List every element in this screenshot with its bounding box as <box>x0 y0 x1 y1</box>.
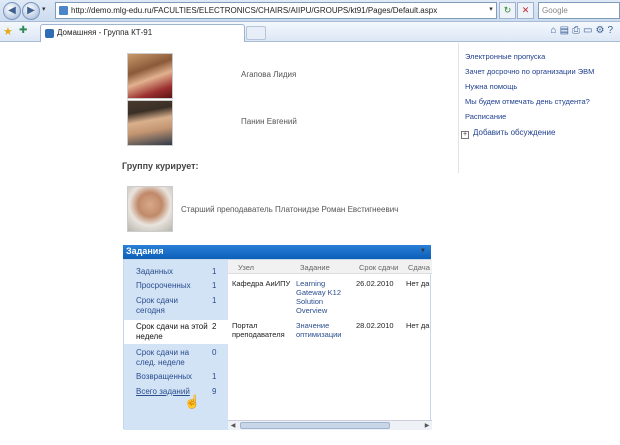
filter-returned[interactable]: Возвращенных 1 <box>124 372 228 384</box>
left-margin <box>0 43 105 445</box>
feeds-icon[interactable]: ▤ <box>560 25 572 36</box>
filter-label: Заданных <box>136 267 173 276</box>
tasks-webpart: Заданных 1 Просроченных 1 Срок сдачи сег… <box>123 259 432 430</box>
discussion-link[interactable]: Электронные пропуска <box>465 52 545 61</box>
filter-count: 2 <box>212 322 217 331</box>
curator-photo <box>127 186 173 232</box>
discussion-link[interactable]: Зачет досрочно по организации ЭВМ <box>465 67 594 76</box>
filter-count: 9 <box>212 387 217 396</box>
page-content: Агапова Лидия Панин Евгений Группу курир… <box>0 43 620 445</box>
forward-button[interactable]: ▶ <box>22 2 40 20</box>
filter-due-this-week[interactable]: Срок сдачи на этой неделе 2 <box>124 320 228 344</box>
tab-page-icon <box>45 29 54 38</box>
add-favorites-icon[interactable]: ✚ <box>19 25 27 36</box>
address-text: http://demo.mlg-edu.ru/FACULTIES/ELECTRO… <box>71 6 438 15</box>
back-button[interactable]: ◀ <box>3 2 21 20</box>
tasks-title: Задания <box>126 246 164 256</box>
filter-label: Срок сдачи сегодня <box>136 296 178 315</box>
home-icon[interactable]: ⌂ <box>551 25 560 36</box>
cell-status: Нет да <box>406 279 430 288</box>
discussion-link[interactable]: Мы будем отмечать день студента? <box>465 97 590 106</box>
tabs-row: ★ ✚ Домашняя - Группа КТ-91 ⌂▤⎙▭⚙? <box>0 22 620 42</box>
print-icon[interactable]: ⎙ <box>572 25 583 36</box>
filter-count: 0 <box>212 348 217 357</box>
command-bar: ⌂▤⎙▭⚙? <box>551 25 616 40</box>
search-placeholder: Google <box>542 6 568 15</box>
favorites-star-icon[interactable]: ★ <box>3 25 13 38</box>
cell-task-link[interactable]: Значение оптимизации <box>296 321 354 339</box>
discussion-links: Электронные пропуска Зачет досрочно по о… <box>458 43 620 173</box>
address-dropdown-icon[interactable]: ▾ <box>486 3 496 16</box>
tools-gear-icon[interactable]: ⚙ <box>595 25 607 36</box>
page-icon <box>59 6 68 15</box>
curator-name: Старший преподаватель Платонидзе Роман Е… <box>181 205 399 214</box>
plus-icon: + <box>461 131 469 139</box>
cell-node: Портал преподавателя <box>232 321 285 339</box>
filter-count: 1 <box>212 296 217 305</box>
tab-home[interactable]: Домашняя - Группа КТ-91 <box>40 24 245 42</box>
tab-title: Домашняя - Группа КТ-91 <box>57 28 153 37</box>
cell-task-link[interactable]: Learning Gateway K12 Solution Overview <box>296 279 354 315</box>
cell-due: 26.02.2010 <box>356 279 394 288</box>
student-photo <box>127 53 173 99</box>
filter-count: 1 <box>212 281 217 290</box>
new-tab-button[interactable] <box>246 26 266 40</box>
filter-all-tasks[interactable]: Всего заданий 9 <box>124 387 228 399</box>
column-header[interactable]: Узел <box>238 263 254 272</box>
scroll-left-arrow-icon[interactable]: ◀ <box>229 422 237 430</box>
cell-node: Кафедра АиИПУ <box>232 279 291 288</box>
filter-due-next-week[interactable]: Срок сдачи на след. неделе 0 <box>124 348 228 370</box>
curator-card: Старший преподаватель Платонидзе Роман Е… <box>127 186 447 232</box>
tasks-header: Задания <box>123 245 431 259</box>
curator-heading: Группу курирует: <box>122 161 199 171</box>
discussion-link[interactable]: Нужна помощь <box>465 82 517 91</box>
scroll-right-arrow-icon[interactable]: ▶ <box>423 422 431 430</box>
filter-label: Просроченных <box>136 281 191 290</box>
student-name: Агапова Лидия <box>241 70 297 79</box>
student-photo <box>127 100 173 146</box>
address-bar-row: ◀ ▶ ▾ http://demo.mlg-edu.ru/FACULTIES/E… <box>0 0 620 22</box>
grid-header: Узел Задание Срок сдачи Сдача <box>228 260 432 274</box>
search-input[interactable]: Google <box>538 2 620 19</box>
stop-button[interactable]: ✕ <box>517 2 534 19</box>
address-input[interactable]: http://demo.mlg-edu.ru/FACULTIES/ELECTRO… <box>55 2 497 19</box>
cell-status: Нет да <box>406 321 430 330</box>
filter-assigned[interactable]: Заданных 1 <box>124 267 228 279</box>
cell-due: 28.02.2010 <box>356 321 394 330</box>
filter-label: Возвращенных <box>136 372 193 381</box>
filter-overdue[interactable]: Просроченных 1 <box>124 281 228 293</box>
history-dropdown-icon[interactable]: ▾ <box>42 5 46 13</box>
webpart-menu-icon[interactable]: ▼ <box>420 248 426 254</box>
column-header[interactable]: Сдача <box>408 263 430 272</box>
filter-due-today[interactable]: Срок сдачи сегодня 1 <box>124 296 228 318</box>
student-card: Панин Евгений <box>127 100 417 148</box>
student-name: Панин Евгений <box>241 117 297 126</box>
refresh-button[interactable]: ↻ <box>499 2 516 19</box>
column-header[interactable]: Задание <box>300 263 330 272</box>
add-discussion-link[interactable]: + Добавить обсуждение <box>461 128 555 139</box>
tasks-grid: Узел Задание Срок сдачи Сдача Кафедра Аи… <box>228 260 432 420</box>
filter-label: Срок сдачи на след. неделе <box>136 348 190 367</box>
filter-count: 1 <box>212 372 217 381</box>
scroll-thumb[interactable] <box>240 422 390 429</box>
task-filters: Заданных 1 Просроченных 1 Срок сдачи сег… <box>124 260 228 430</box>
student-card: Агапова Лидия <box>127 53 417 101</box>
filter-count: 1 <box>212 267 217 276</box>
hand-cursor-icon: ☝ <box>184 394 201 409</box>
add-discussion-label: Добавить обсуждение <box>473 128 556 137</box>
horizontal-scrollbar[interactable]: ◀ ▶ <box>228 420 432 430</box>
help-icon[interactable]: ? <box>607 25 616 36</box>
column-header[interactable]: Срок сдачи <box>359 263 398 272</box>
discussion-link[interactable]: Расписание <box>465 112 506 121</box>
page-menu-icon[interactable]: ▭ <box>583 25 595 36</box>
filter-label: Срок сдачи на этой неделе <box>136 322 208 341</box>
